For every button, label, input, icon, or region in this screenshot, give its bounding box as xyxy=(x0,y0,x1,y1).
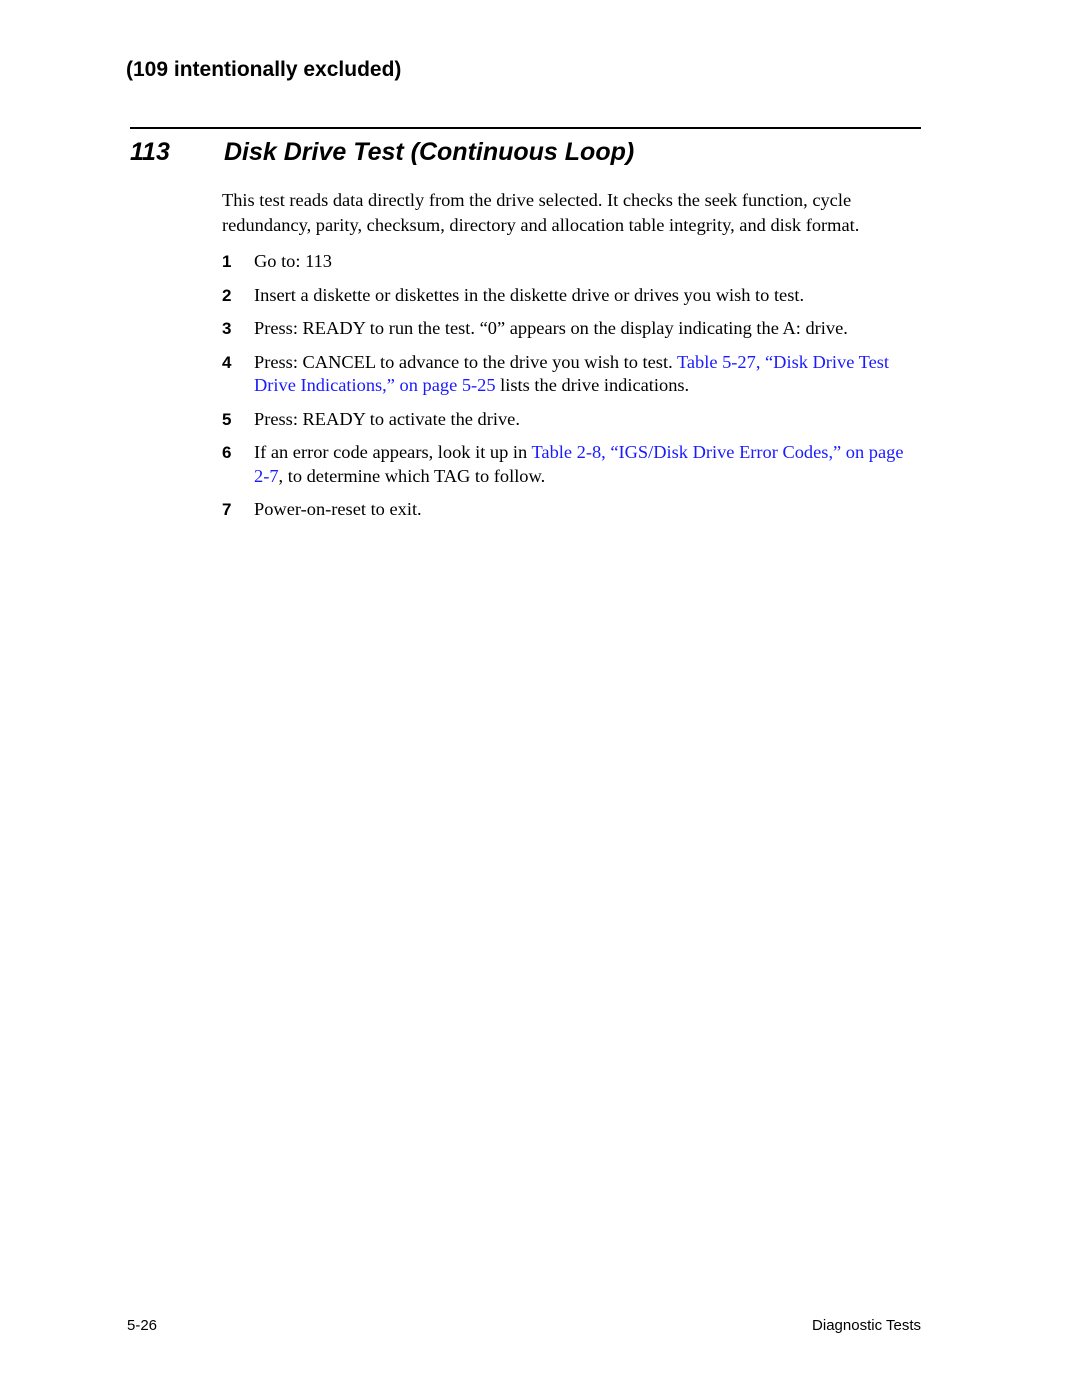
step-text: Insert a diskette or diskettes in the di… xyxy=(254,284,805,305)
step-1: 1 Go to: 113 xyxy=(222,250,922,274)
step-number: 6 xyxy=(222,443,232,462)
step-number: 2 xyxy=(222,285,232,305)
table-2-8-link[interactable]: Table 2-8, “IGS/Disk Drive Error Codes,”… xyxy=(531,442,903,462)
step-4: 4 Press: CANCEL to advance to the drive … xyxy=(222,351,922,398)
step-text: Power-on-reset to exit. xyxy=(254,499,422,519)
section-heading: 113 Disk Drive Test (Continuous Loop) xyxy=(130,138,634,167)
step-number: 7 xyxy=(222,500,232,519)
step-text: , to determine which TAG to follow. xyxy=(278,465,546,486)
section-title: Disk Drive Test (Continuous Loop) xyxy=(224,138,635,166)
step-number: 4 xyxy=(222,352,232,372)
procedure-steps: 1 Go to: 113 2 Insert a diskette or disk… xyxy=(222,250,922,532)
section-divider xyxy=(130,127,921,129)
step-text: Press: READY to run the test. “0” appear… xyxy=(254,318,848,338)
step-text: If an error code appears, look it up in xyxy=(254,442,532,462)
step-text: Go to: 113 xyxy=(254,251,332,271)
footer-page-number: 5-26 xyxy=(127,1317,158,1334)
excluded-note: (109 intentionally excluded) xyxy=(126,58,402,81)
step-number: 1 xyxy=(222,252,232,271)
step-number: 5 xyxy=(222,409,232,429)
step-2: 2 Insert a diskette or diskettes in the … xyxy=(222,284,922,308)
section-number: 113 xyxy=(130,138,170,166)
page-2-7-link[interactable]: 2-7 xyxy=(254,466,279,486)
step-text: Press: CANCEL to advance to the drive yo… xyxy=(254,351,677,372)
step-text: lists the drive indications. xyxy=(495,375,690,395)
step-number: 3 xyxy=(222,319,232,338)
step-5: 5 Press: READY to activate the drive. xyxy=(222,408,922,432)
step-6: 6 If an error code appears, look it up i… xyxy=(222,441,922,488)
intro-paragraph: This test reads data directly from the d… xyxy=(222,190,860,235)
step-7: 7 Power-on-reset to exit. xyxy=(222,498,922,522)
footer-chapter-title: Diagnostic Tests xyxy=(812,1317,921,1334)
step-3: 3 Press: READY to run the test. “0” appe… xyxy=(222,317,922,341)
step-text: Press: READY to activate the drive. xyxy=(254,408,520,429)
